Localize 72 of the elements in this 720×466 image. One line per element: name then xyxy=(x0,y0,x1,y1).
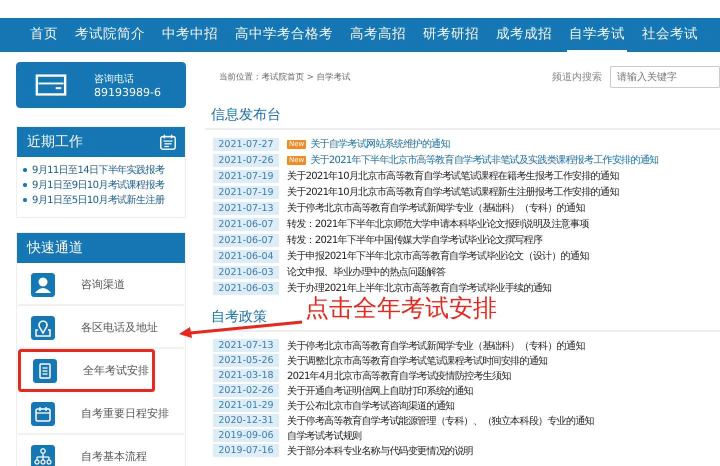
panel-title: 近期工作 xyxy=(27,133,83,151)
date-tag: 2020-12-31 xyxy=(213,414,279,427)
nav-tab[interactable]: 社会考试 xyxy=(640,18,700,52)
section-title: 自考政策 xyxy=(211,309,267,325)
nav-tab[interactable]: 高中学考合格考 xyxy=(233,18,335,52)
date-tag: 2021-06-07 xyxy=(213,234,279,246)
notice-link[interactable]: 关于公布北京市自学考试咨询渠道的通知 xyxy=(287,398,454,412)
notice-link[interactable]: 转发：2021年下半年中国传媒大学自学考试毕业论文撰写程序 xyxy=(287,233,542,247)
nav-tab[interactable]: 高考高招 xyxy=(348,18,408,52)
notice-link[interactable]: 自学考试考试规则 xyxy=(287,428,362,442)
date-tag: 2019-07-16 xyxy=(213,444,279,457)
notice-link[interactable]: 关于2021年10月北京市高等教育自学考试笔试课程在籍考生报考工作安排的通知 xyxy=(287,169,619,183)
notice-link[interactable]: 关于停考北京市高等教育自学考试新闻学专业（基础科）（专科）的通知 xyxy=(287,201,585,215)
search-label: 频道内搜索 xyxy=(552,70,602,84)
nav-tab[interactable]: 自学考试 xyxy=(567,18,627,52)
nav-tab[interactable]: 中考中招 xyxy=(160,18,220,52)
date-tag: 2021-05-26 xyxy=(213,354,279,367)
calendar-icon xyxy=(159,133,177,151)
card-icon xyxy=(34,74,68,96)
map-pin-icon xyxy=(31,316,55,340)
notice-link[interactable]: 关于部分本科专业名称与代码变更情况的说明 xyxy=(287,444,474,458)
bullet-icon xyxy=(23,168,27,172)
notice-link[interactable]: 论文申报、毕业办理中的热点问题解答 xyxy=(287,265,446,279)
notice-link[interactable]: 关于2021年10月北京市高等教育自学考试笔试课程新生注册报考工作安排的通知 xyxy=(287,185,619,199)
date-tag: 2021-07-13 xyxy=(213,339,279,352)
hotline-label: 咨询电话 xyxy=(94,72,135,86)
quick-link[interactable]: 咨询渠道 xyxy=(17,263,185,306)
notice-link[interactable]: 关于停考北京市高等教育自学考试新闻学专业（基础科）（专科）的通知 xyxy=(287,338,585,352)
notice-link[interactable]: 关于自学考试网站系统维护的通知 xyxy=(310,137,450,151)
hotline-number: 89193989-6 xyxy=(94,86,161,98)
quick-link[interactable]: 自考基本流程 xyxy=(17,435,185,466)
nav-tab[interactable]: 研考研招 xyxy=(421,18,481,52)
quick-link[interactable]: 自考重要日程安排 xyxy=(17,392,185,435)
bullet-icon xyxy=(23,182,27,186)
date-tag: 2021-07-13 xyxy=(213,202,279,214)
person-icon xyxy=(31,272,55,296)
date-tag: 2021-06-04 xyxy=(213,250,279,262)
annotation-text: 点击全年考试安排 xyxy=(305,293,497,324)
nav-tab[interactable]: 考试院简介 xyxy=(73,18,147,52)
date-tag: 2021-06-07 xyxy=(213,218,279,230)
date-tag: 2021-02-26 xyxy=(213,384,279,397)
section-title: 信息发布台 xyxy=(211,107,281,123)
date-tag: 2021-07-19 xyxy=(213,170,279,182)
nav-tab[interactable]: 成考成招 xyxy=(494,18,554,52)
date-tag: 2019-09-06 xyxy=(213,429,279,442)
document-icon xyxy=(33,358,57,382)
date-tag: 2021-07-27 xyxy=(213,138,279,150)
work-link[interactable]: 9月1日至5日10月考试新生注册 xyxy=(32,192,164,206)
nav-tab[interactable]: 首页 xyxy=(28,18,60,52)
bullet-icon xyxy=(23,198,27,202)
notice-link[interactable]: 关于办理2021年上半年北京市高等教育自学考试毕业手续的通知 xyxy=(287,281,552,295)
notice-link[interactable]: 关于调整北京市高等教育自学考试笔试课程考试时间安排的通知 xyxy=(287,354,548,368)
notice-link[interactable]: 关于2021年下半年北京市高等教育自学考试非笔试及实践类课程报考工作安排的通知 xyxy=(310,153,658,167)
date-tag: 2021-06-03 xyxy=(213,282,279,294)
date-tag: 2021-03-18 xyxy=(213,369,279,382)
work-link[interactable]: 9月1日至9日10月考试课程报考 xyxy=(32,178,164,192)
breadcrumb: 当前位置：考试院首页 > 自学考试 xyxy=(219,72,352,83)
calendar-icon xyxy=(31,402,55,426)
quick-link[interactable]: 各区电话及地址 xyxy=(17,306,185,349)
notice-link[interactable]: 关于停考高等教育自学考试能源管理（专科）、（独立本科段）专业的通知 xyxy=(287,414,594,428)
search-field[interactable]: 请输入关键字 xyxy=(610,66,720,88)
date-tag: 2021-07-26 xyxy=(213,154,279,166)
notice-link[interactable]: 转发：2021年下半年北京师范大学申请本科毕业论文报到说明及注意事项 xyxy=(287,217,589,231)
notice-link[interactable]: 关于开通自考证明信网上自助打印系统的通知 xyxy=(287,384,474,398)
notice-link[interactable]: 关于申报2021年下半年北京市高等教育自学考试毕业论文（设计）的通知 xyxy=(287,249,589,263)
quick-link[interactable]: 全年考试安排 xyxy=(18,349,155,392)
notice-link[interactable]: 2021年4月北京市高等教育自学考试疫情防控考生须知 xyxy=(287,368,511,382)
date-tag: 2021-01-29 xyxy=(213,399,279,412)
date-tag: 2021-06-03 xyxy=(213,266,279,278)
panel-title: 快速通道 xyxy=(27,239,83,257)
date-tag: 2021-07-19 xyxy=(213,186,279,198)
work-link[interactable]: 9月11日至14日下半年实践报考 xyxy=(32,162,164,176)
